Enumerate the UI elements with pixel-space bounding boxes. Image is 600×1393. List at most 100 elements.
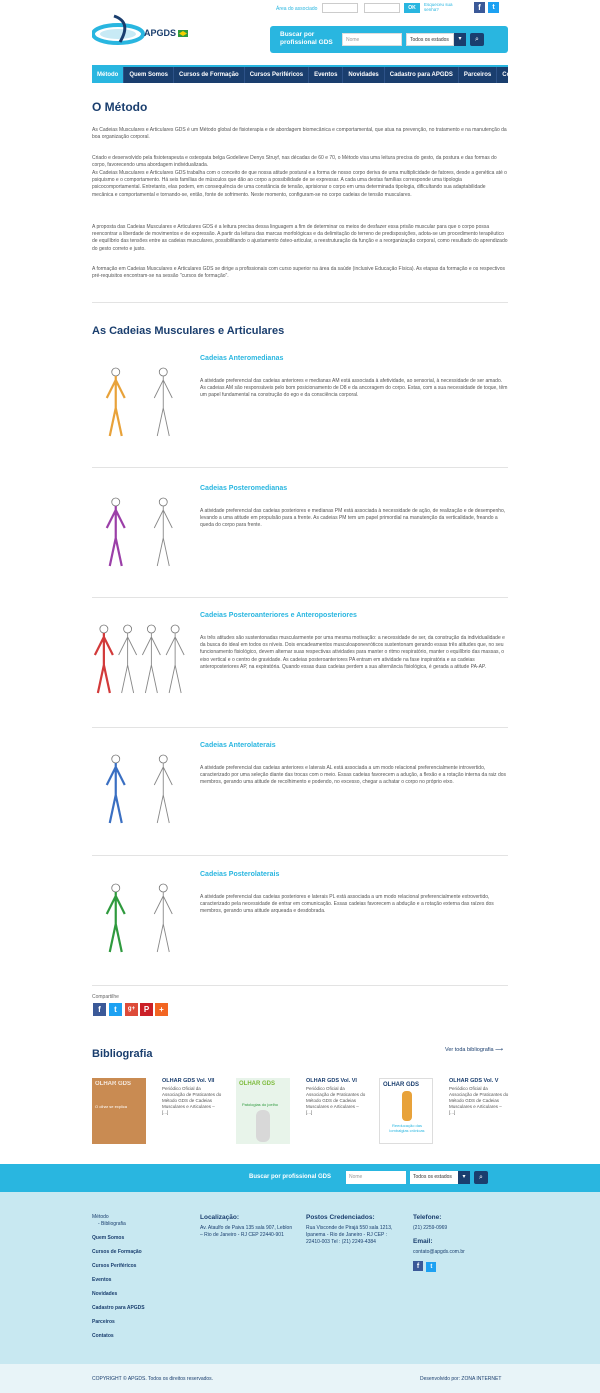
footer-link-cursos-perifericos[interactable]: Cursos Periféricos — [92, 1263, 182, 1270]
footer-facebook-icon[interactable]: f — [413, 1261, 423, 1271]
facebook-icon[interactable]: f — [474, 2, 485, 13]
book-cover-title: OLHAR GDS — [383, 1082, 419, 1088]
search-icon: ⌕ — [475, 36, 479, 43]
chevron-down-icon[interactable]: ▾ — [454, 33, 466, 46]
divider — [92, 985, 508, 986]
email-link[interactable]: contato@apgds.com.br — [413, 1249, 508, 1256]
chain-section: Cadeias Posteromedianas A atividade prefe… — [92, 480, 508, 590]
copyright-text: COPYRIGHT © APGDS. Todos os direitos res… — [92, 1376, 214, 1382]
footer-twitter-icon[interactable]: t — [426, 1262, 437, 1272]
chain-description: A atividade preferencial das cadeias ant… — [200, 378, 508, 399]
footer-link-bibliografia[interactable]: - Bibliografia — [92, 1221, 182, 1228]
page-title: O Método — [92, 100, 148, 114]
footer-location: Localização: Av. Ataulfo de Paiva 135 sa… — [200, 1214, 296, 1239]
header-state-select[interactable]: Todos os estados — [406, 33, 454, 46]
nav-item-parceiros[interactable]: Parceiros — [459, 67, 498, 83]
developer-credit[interactable]: Desenvolvido por: ZONA INTERNET — [420, 1376, 501, 1382]
main-nav: Método Quem Somos Cursos de Formação Cur… — [92, 65, 528, 83]
header-search-name-input[interactable]: Nome — [342, 33, 402, 46]
nav-item-contatos[interactable]: Contatos — [497, 67, 533, 83]
nav-item-cadastro[interactable]: Cadastro para APGDS — [385, 67, 459, 83]
book-cover-subtitle: O olhar se explica — [95, 1104, 128, 1109]
footer-contact: Telefone: (21) 2259-0969 Email: contato@… — [413, 1214, 508, 1272]
book-description: Periódico Oficial da Associação de Prati… — [162, 1086, 222, 1115]
nav-item-metodo[interactable]: Método — [92, 67, 125, 83]
footer-search-button[interactable]: ⌕ — [474, 1171, 488, 1184]
book-description: Periódico Oficial da Associação de Prati… — [306, 1086, 366, 1115]
footer-link-parceiros[interactable]: Parceiros — [92, 1319, 182, 1326]
posts-text: Rua Visconde de Pirajá 550 sala 1213, Ip… — [306, 1225, 393, 1245]
intro-paragraph-5: A formação em Cadeias Musculares e Artic… — [92, 266, 505, 280]
see-all-bibliography-link[interactable]: Ver toda bibliografia ⟶ — [445, 1047, 503, 1053]
chain-section: Cadeias Anteromedianas A atividade prefer… — [92, 350, 508, 460]
share-more-icon[interactable]: + — [155, 1003, 168, 1016]
email-heading: Email: — [413, 1238, 433, 1245]
body-figure-illustration — [105, 367, 173, 437]
footer: Método - Bibliografia Quem Somos Cursos … — [0, 1192, 600, 1364]
footer-link-cursos-formacao[interactable]: Cursos de Formação — [92, 1249, 182, 1256]
share-facebook-icon[interactable]: f — [93, 1003, 106, 1016]
twitter-icon[interactable]: t — [488, 2, 499, 13]
book-title[interactable]: OLHAR GDS Vol. V — [449, 1078, 507, 1084]
member-area-label: Área do associado — [276, 6, 318, 12]
search-icon: ⌕ — [479, 1174, 483, 1181]
share-pinterest-icon[interactable]: P — [140, 1003, 153, 1016]
nav-item-eventos[interactable]: Eventos — [309, 67, 344, 83]
footer-posts: Postos Credenciados: Rua Visconde de Pir… — [306, 1214, 398, 1246]
phone-heading: Telefone: — [413, 1214, 442, 1221]
nav-item-cursos-perifericos[interactable]: Cursos Periféricos — [245, 67, 310, 83]
body-figure-illustration — [105, 883, 173, 953]
header-search-box: Buscar por profissional GDS Nome Todos o… — [270, 26, 508, 53]
divider — [92, 467, 508, 468]
divider — [92, 855, 508, 856]
chain-description: As três atitudes são sustentonadas muscu… — [200, 635, 505, 670]
share-label: Compartilhe — [92, 994, 119, 1000]
footer-link-eventos[interactable]: Eventos — [92, 1277, 182, 1284]
footer-link-contatos[interactable]: Contatos — [92, 1333, 182, 1340]
chain-description: A atividade preferencial das cadeias pos… — [200, 894, 494, 915]
chain-title[interactable]: Cadeias Anterolaterais — [200, 742, 276, 749]
apgds-logo[interactable]: APGDS — [91, 14, 192, 48]
divider — [92, 302, 508, 303]
logo-text: APGDS — [144, 28, 177, 38]
footer-link-cadastro[interactable]: Cadastro para APGDS — [92, 1305, 182, 1312]
footer-state-select[interactable]: Todos os estados — [410, 1171, 458, 1184]
nav-item-quem-somos[interactable]: Quem Somos — [124, 67, 175, 83]
search-button[interactable]: ⌕ — [470, 33, 484, 46]
share-twitter-icon[interactable]: t — [109, 1003, 122, 1016]
chain-section: Cadeias Anterolaterais A atividade prefer… — [92, 737, 508, 847]
book-cover: OLHAR GDS Reeducação das lombalgias crôn… — [379, 1078, 433, 1144]
chain-title[interactable]: Cadeias Posteromedianas — [200, 485, 287, 492]
login-password-input[interactable] — [364, 3, 400, 13]
chain-title[interactable]: Cadeias Posterolaterais — [200, 871, 279, 878]
footer-search-name-input[interactable]: Nome — [346, 1171, 406, 1184]
divider — [92, 727, 508, 728]
footer-link-quem-somos[interactable]: Quem Somos — [92, 1235, 182, 1242]
body-figure-illustration — [93, 624, 185, 694]
location-heading: Localização: — [200, 1214, 240, 1221]
chain-title[interactable]: Cadeias Anteromedianas — [200, 355, 283, 362]
nav-item-novidades[interactable]: Novidades — [343, 67, 385, 83]
copyright-bar: COPYRIGHT © APGDS. Todos os direitos res… — [0, 1364, 600, 1393]
logo-swoosh-icon — [91, 14, 188, 45]
chain-title[interactable]: Cadeias Posteroanteriores e Anteroposter… — [200, 612, 357, 619]
chain-description: A atividade preferencial das cadeias ant… — [200, 765, 507, 786]
book-cover-subtitle: Patologias do joelho — [242, 1102, 279, 1107]
book-title[interactable]: OLHAR GDS Vol. VII — [162, 1078, 220, 1084]
login-username-input[interactable] — [322, 3, 358, 13]
footer-search-title: Buscar por profissional GDS — [249, 1174, 332, 1180]
footer-links: Método - Bibliografia Quem Somos Cursos … — [92, 1214, 182, 1347]
divider — [92, 597, 508, 598]
footer-link-metodo[interactable]: Método — [92, 1214, 182, 1221]
chevron-down-icon[interactable]: ▾ — [458, 1171, 470, 1184]
location-text: Av. Ataulfo de Paiva 135 sala 907, Leblo… — [200, 1225, 293, 1238]
footer-link-novidades[interactable]: Novidades — [92, 1291, 182, 1298]
chain-description: A atividade preferencial das cadeias pos… — [200, 508, 506, 529]
book-title[interactable]: OLHAR GDS Vol. VI — [306, 1078, 364, 1084]
login-ok-button[interactable]: OK — [404, 3, 420, 13]
forgot-password-link[interactable]: Esqueceu sua senha? — [424, 2, 454, 12]
book-description: Periódico Oficial da Associação de Prati… — [449, 1086, 509, 1115]
nav-item-cursos-formacao[interactable]: Cursos de Formação — [174, 67, 245, 83]
share-google-plus-icon[interactable]: g+ — [125, 1003, 138, 1016]
intro-paragraph-4: A proposta das Cadeias Musculares e Arti… — [92, 224, 508, 252]
